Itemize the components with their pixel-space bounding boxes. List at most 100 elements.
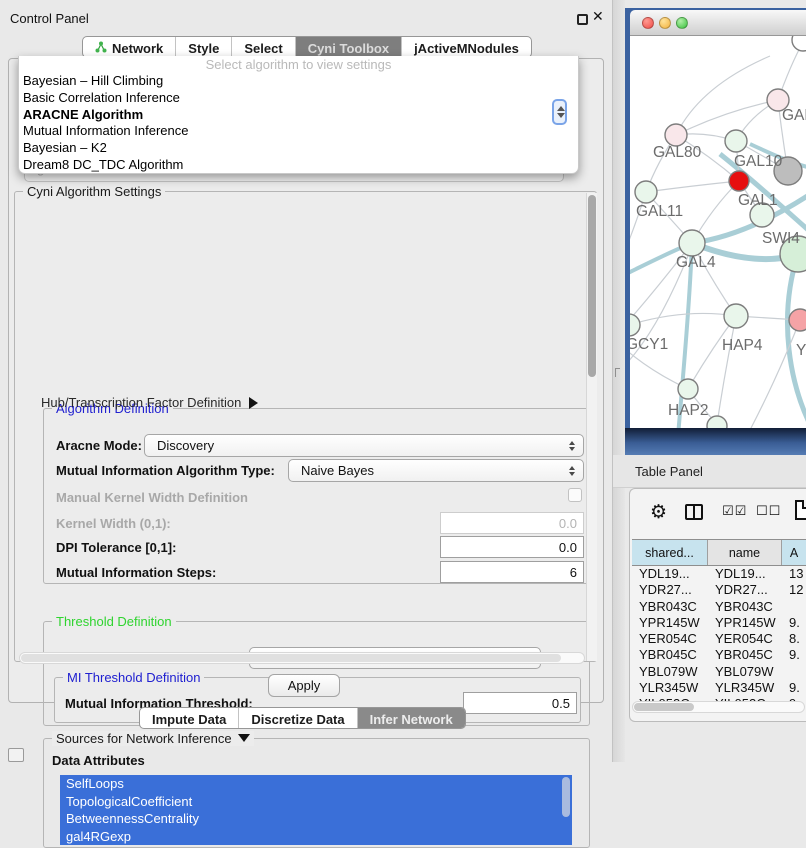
aracne-mode-label: Aracne Mode: xyxy=(56,438,142,453)
table-row[interactable]: YPR145WYPR145W9. xyxy=(632,615,806,631)
table-row[interactable]: YLR345WYLR345W9. xyxy=(632,680,806,696)
mi-steps-label: Mutual Information Steps: xyxy=(56,565,216,580)
settings-horizontal-scrollbar[interactable] xyxy=(19,652,585,664)
mi-algorithm-type-select[interactable]: Naive Bayes xyxy=(288,459,584,482)
svg-text:GAL80: GAL80 xyxy=(653,144,702,161)
tab-style[interactable]: Style xyxy=(175,37,231,57)
algorithm-option[interactable]: Bayesian – K2 xyxy=(19,140,578,157)
table-toolbar: ⚙ ☑☑ ☐☐ xyxy=(630,489,806,537)
tab-jactivemnodules[interactable]: jActiveMNodules xyxy=(401,37,531,57)
table-row[interactable]: YDR27...YDR27...12 xyxy=(632,582,806,598)
svg-text:GAL11: GAL11 xyxy=(636,203,683,220)
algorithm-option[interactable]: Mutual Information Inference xyxy=(19,123,578,140)
tab-discretize-data[interactable]: Discretize Data xyxy=(238,708,356,728)
table-panel-title: Table Panel xyxy=(635,464,703,479)
network-canvas[interactable]: GAL GAL80 GAL10 GAL1 GAL11 SWI4 GAL4 GCY… xyxy=(630,36,806,428)
svg-text:HAP2: HAP2 xyxy=(668,402,709,419)
deselect-all-checkboxes-icon[interactable]: ☐☐ xyxy=(756,504,781,519)
node-gal10[interactable] xyxy=(725,130,747,152)
table-row[interactable]: YBL079WYBL079W xyxy=(632,664,806,680)
manual-kernel-label: Manual Kernel Width Definition xyxy=(56,490,248,505)
minimize-traffic-light-icon[interactable] xyxy=(659,17,671,29)
aracne-mode-select[interactable]: Discovery xyxy=(144,434,584,457)
node-table: shared... name A YDL19...YDL19...13 YDR2… xyxy=(632,539,806,707)
node-gal4[interactable] xyxy=(679,230,705,256)
close-traffic-light-icon[interactable] xyxy=(642,17,654,29)
network-view-window: GAL GAL80 GAL10 GAL1 GAL11 SWI4 GAL4 GCY… xyxy=(625,8,806,455)
focused-combo-spinner[interactable] xyxy=(552,99,567,125)
minimized-panel-icon[interactable] xyxy=(8,748,24,762)
node-hap2[interactable] xyxy=(678,379,698,399)
table-panel-body: ⚙ ☑☑ ☐☐ shared... name A YDL19...YDL19..… xyxy=(629,488,806,722)
kernel-width-label: Kernel Width (0,1): xyxy=(56,516,171,531)
column-header[interactable]: name xyxy=(708,540,782,565)
attribute-item-selected[interactable]: SelfLoops xyxy=(60,775,572,793)
node-gal80[interactable] xyxy=(665,124,687,146)
control-panel-title: Control Panel xyxy=(10,11,89,26)
algorithm-option[interactable]: Bayesian – Hill Climbing xyxy=(19,73,578,90)
column-header[interactable]: shared... xyxy=(632,540,708,565)
application-window: Control Panel ✕ Network Style Select Cyn… xyxy=(0,0,806,762)
threshold-definition-title: Threshold Definition xyxy=(52,614,176,629)
settings-group-title: Cyni Algorithm Settings xyxy=(23,184,165,199)
table-row[interactable]: YDL19...YDL19...13 xyxy=(632,566,806,582)
cyni-bottom-tab-bar: Impute Data Discretize Data Infer Networ… xyxy=(139,707,466,729)
columns-icon[interactable] xyxy=(685,504,703,520)
attributes-scrollbar[interactable] xyxy=(562,777,570,841)
control-panel-tab-bar: Network Style Select Cyni Toolbox jActiv… xyxy=(82,36,532,58)
svg-text:GAL: GAL xyxy=(782,107,806,124)
tab-cyni-toolbox[interactable]: Cyni Toolbox xyxy=(295,37,401,57)
tab-select[interactable]: Select xyxy=(231,37,294,57)
table-header-row: shared... name A xyxy=(632,539,806,566)
tab-infer-network[interactable]: Infer Network xyxy=(357,708,465,728)
close-icon[interactable]: ✕ xyxy=(592,9,604,25)
svg-text:GAL1: GAL1 xyxy=(738,192,778,209)
dpi-tolerance-input[interactable]: 0.0 xyxy=(440,536,584,558)
table-horizontal-scrollbar[interactable] xyxy=(632,701,805,713)
mi-steps-input[interactable]: 6 xyxy=(440,561,584,583)
algorithm-option[interactable]: Dream8 DC_TDC Algorithm xyxy=(19,157,578,174)
attribute-item-selected[interactable]: gal4RGexp xyxy=(60,828,572,846)
collapse-down-icon xyxy=(238,734,250,742)
dpi-tolerance-label: DPI Tolerance [0,1]: xyxy=(56,540,176,555)
panel-splitter[interactable] xyxy=(612,0,625,762)
cyni-algorithm-settings-group: Cyni Algorithm Settings Algorithm Defini… xyxy=(14,191,597,662)
network-icon xyxy=(95,41,107,56)
node-hap4[interactable] xyxy=(724,304,748,328)
node[interactable] xyxy=(707,416,727,428)
table-row[interactable]: YER054CYER054C8. xyxy=(632,631,806,647)
algorithm-dropdown-list: Select algorithm to view settings Bayesi… xyxy=(18,56,579,174)
table-row[interactable]: YBR043CYBR043C xyxy=(632,599,806,615)
zoom-traffic-light-icon[interactable] xyxy=(676,17,688,29)
node-gal1[interactable] xyxy=(729,171,749,191)
algorithm-option-highlighted[interactable]: ARACNE Algorithm xyxy=(19,107,578,124)
mi-type-label: Mutual Information Algorithm Type: xyxy=(56,463,275,478)
sources-group-title[interactable]: Sources for Network Inference xyxy=(52,731,254,746)
svg-text:GAL10: GAL10 xyxy=(734,153,783,170)
tab-impute-data[interactable]: Impute Data xyxy=(140,708,238,728)
attribute-item-selected[interactable]: BetweennessCentrality xyxy=(60,810,572,828)
combo-spinner-icon xyxy=(566,441,583,451)
kernel-width-input[interactable]: 0.0 xyxy=(440,512,584,534)
settings-vertical-scrollbar[interactable] xyxy=(586,193,597,661)
node[interactable] xyxy=(792,36,806,51)
hub-definition-expander[interactable]: Hub/Transcription Factor Definition xyxy=(41,395,258,410)
node-gcy1[interactable] xyxy=(630,314,640,336)
mi-threshold-input[interactable]: 0.5 xyxy=(463,692,577,714)
node-gal11[interactable] xyxy=(635,181,657,203)
svg-text:GAL4: GAL4 xyxy=(676,254,716,271)
manual-kernel-checkbox[interactable] xyxy=(568,488,582,502)
sources-group: Sources for Network Inference Data Attri… xyxy=(43,738,590,848)
table-row[interactable]: YBR045CYBR045C9. xyxy=(632,647,806,663)
algorithm-option[interactable]: Basic Correlation Inference xyxy=(19,90,578,107)
network-window-titlebar[interactable] xyxy=(630,10,806,36)
node[interactable] xyxy=(789,309,806,331)
export-table-icon[interactable] xyxy=(795,500,806,520)
gear-icon[interactable]: ⚙ xyxy=(650,501,667,523)
attribute-item-selected[interactable]: TopologicalCoefficient xyxy=(60,793,572,811)
select-all-checkboxes-icon[interactable]: ☑☑ xyxy=(722,504,747,519)
column-header[interactable]: A xyxy=(782,540,806,565)
tab-network[interactable]: Network xyxy=(83,37,175,57)
float-window-icon[interactable] xyxy=(577,14,588,25)
apply-button[interactable]: Apply xyxy=(268,674,340,697)
